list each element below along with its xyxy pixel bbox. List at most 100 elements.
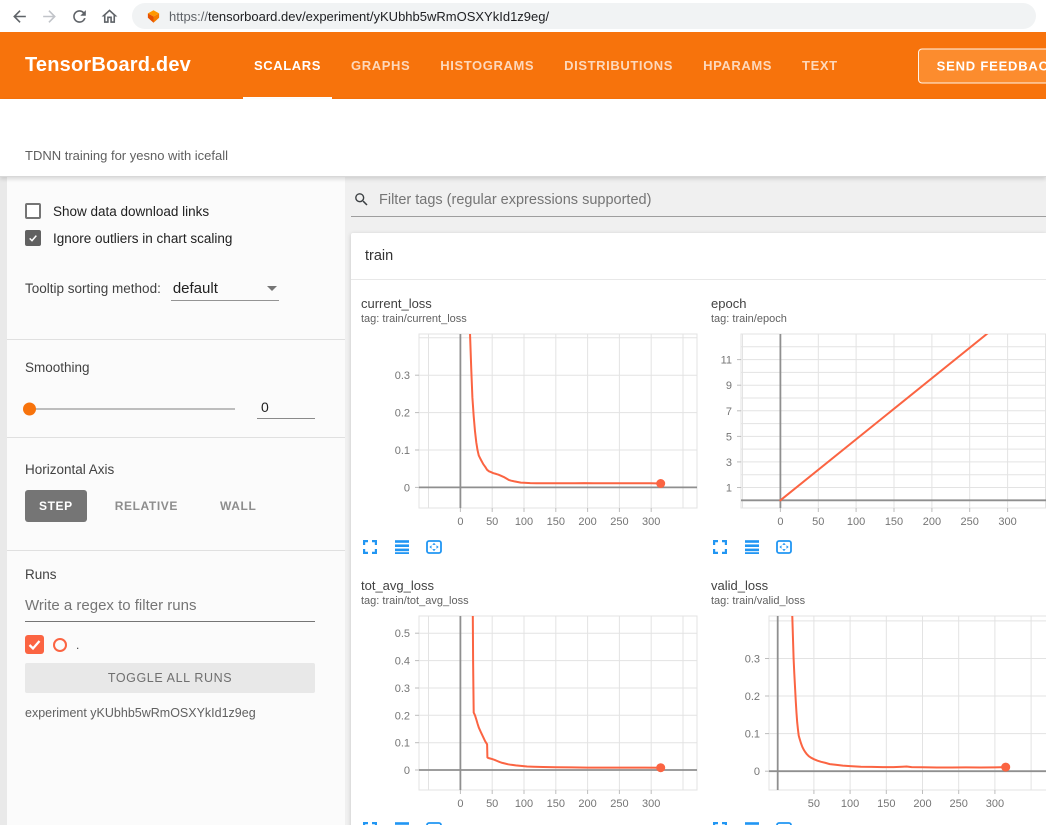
svg-text:0.2: 0.2 xyxy=(395,710,410,722)
svg-text:0.1: 0.1 xyxy=(745,729,760,741)
fit-domain-icon[interactable] xyxy=(425,538,443,556)
svg-text:100: 100 xyxy=(847,516,865,528)
horizontal-axis-label: Horizontal Axis xyxy=(25,462,315,477)
svg-text:0: 0 xyxy=(404,765,410,777)
svg-text:100: 100 xyxy=(515,516,533,528)
svg-text:0.3: 0.3 xyxy=(745,654,760,666)
haxis-button-wall[interactable]: WALL xyxy=(206,490,270,522)
svg-text:0: 0 xyxy=(457,516,463,528)
svg-text:0.4: 0.4 xyxy=(395,656,410,668)
send-feedback-button[interactable]: SEND FEEDBACK xyxy=(918,48,1046,83)
chart-title: current_loss xyxy=(361,296,711,311)
svg-text:100: 100 xyxy=(515,798,533,810)
run-name: . xyxy=(76,638,79,652)
chart-plot-epoch[interactable]: 0501001502002503001357911 xyxy=(711,332,1046,532)
show-download-links-checkbox[interactable] xyxy=(25,203,41,219)
run-color-circle[interactable] xyxy=(53,638,67,652)
charts-grid: current_losstag: train/current_loss05010… xyxy=(351,280,1046,825)
browser-toolbar: https://tensorboard.dev/experiment/yKUbh… xyxy=(0,0,1046,32)
toggle-all-runs-button[interactable]: TOGGLE ALL RUNS xyxy=(25,663,315,693)
experiment-title: TDNN training for yesno with icefall xyxy=(25,148,228,163)
chart-card-epoch: epochtag: train/epoch0501001502002503001… xyxy=(711,296,1046,556)
tab-histograms[interactable]: HISTOGRAMS xyxy=(425,32,549,99)
svg-text:0.2: 0.2 xyxy=(745,691,760,703)
svg-text:3: 3 xyxy=(726,457,732,469)
haxis-button-step[interactable]: STEP xyxy=(25,490,87,522)
fullscreen-icon[interactable] xyxy=(711,820,729,825)
svg-text:300: 300 xyxy=(642,798,660,810)
data-table-icon[interactable] xyxy=(743,820,761,825)
svg-text:0.2: 0.2 xyxy=(395,408,410,420)
ignore-outliers-row: Ignore outliers in chart scaling xyxy=(25,230,315,246)
tooltip-sort-select[interactable]: default xyxy=(171,280,279,301)
back-icon[interactable] xyxy=(6,3,32,29)
svg-text:0.1: 0.1 xyxy=(395,738,410,750)
tag-filter[interactable]: Filter tags (regular expressions support… xyxy=(351,189,1046,217)
svg-text:200: 200 xyxy=(923,516,941,528)
chart-title: valid_loss xyxy=(711,578,1046,593)
svg-text:150: 150 xyxy=(547,516,565,528)
tensorboard-header: TensorBoard.dev SCALARSGRAPHSHISTOGRAMSD… xyxy=(0,32,1046,99)
svg-text:300: 300 xyxy=(986,798,1004,810)
svg-text:150: 150 xyxy=(885,516,903,528)
svg-text:250: 250 xyxy=(950,798,968,810)
tooltip-sort-label: Tooltip sorting method: xyxy=(25,281,161,296)
chart-plot-tot_avg_loss[interactable]: 05010015020025030000.10.20.30.40.5 xyxy=(361,614,701,814)
svg-text:100: 100 xyxy=(841,798,859,810)
tab-distributions[interactable]: DISTRIBUTIONS xyxy=(549,32,688,99)
svg-text:5: 5 xyxy=(726,431,732,443)
svg-text:0.5: 0.5 xyxy=(395,628,410,640)
main-panel: Filter tags (regular expressions support… xyxy=(345,177,1046,825)
smoothing-value-input[interactable]: 0 xyxy=(257,399,315,419)
train-group-card: train current_losstag: train/current_los… xyxy=(351,233,1046,825)
tab-hparams[interactable]: HPARAMS xyxy=(688,32,787,99)
refresh-icon[interactable] xyxy=(66,3,92,29)
fit-domain-icon[interactable] xyxy=(425,820,443,825)
tab-scalars[interactable]: SCALARS xyxy=(239,32,336,99)
svg-text:200: 200 xyxy=(578,516,596,528)
data-table-icon[interactable] xyxy=(743,538,761,556)
train-group-header[interactable]: train xyxy=(351,233,1046,280)
chart-actions xyxy=(361,820,711,825)
svg-text:0.3: 0.3 xyxy=(395,683,410,695)
data-table-icon[interactable] xyxy=(393,820,411,825)
tab-text[interactable]: TEXT xyxy=(787,32,853,99)
svg-text:250: 250 xyxy=(961,516,979,528)
runs-filter-input[interactable]: Write a regex to filter runs xyxy=(25,597,315,622)
forward-icon[interactable] xyxy=(36,3,62,29)
fit-domain-icon[interactable] xyxy=(775,820,793,825)
experiment-banner: TDNN training for yesno with icefall xyxy=(0,99,1046,177)
fullscreen-icon[interactable] xyxy=(361,820,379,825)
svg-text:0: 0 xyxy=(404,482,410,494)
smoothing-slider-thumb[interactable] xyxy=(23,403,36,416)
chart-plot-valid_loss[interactable]: 5010015020025030000.10.20.3 xyxy=(711,614,1046,814)
haxis-button-relative[interactable]: RELATIVE xyxy=(101,490,192,522)
smoothing-slider[interactable] xyxy=(25,408,235,410)
chart-tag: tag: train/tot_avg_loss xyxy=(361,595,711,608)
ignore-outliers-checkbox[interactable] xyxy=(25,230,41,246)
svg-text:250: 250 xyxy=(610,516,628,528)
chart-plot-current_loss[interactable]: 05010015020025030000.10.20.3 xyxy=(361,332,701,532)
fullscreen-icon[interactable] xyxy=(711,538,729,556)
chart-card-tot_avg_loss: tot_avg_losstag: train/tot_avg_loss05010… xyxy=(361,578,711,825)
svg-text:0: 0 xyxy=(777,516,783,528)
show-download-links-label: Show data download links xyxy=(53,204,209,219)
svg-text:1: 1 xyxy=(726,483,732,495)
chart-card-valid_loss: valid_losstag: train/valid_loss501001502… xyxy=(711,578,1046,825)
home-icon[interactable] xyxy=(96,3,122,29)
svg-text:150: 150 xyxy=(877,798,895,810)
run-checkbox[interactable] xyxy=(25,635,44,654)
chart-actions xyxy=(711,820,1046,825)
chart-tag: tag: train/epoch xyxy=(711,313,1046,326)
fit-domain-icon[interactable] xyxy=(775,538,793,556)
url-text: https://tensorboard.dev/experiment/yKUbh… xyxy=(169,9,549,24)
data-table-icon[interactable] xyxy=(393,538,411,556)
chart-card-current_loss: current_losstag: train/current_loss05010… xyxy=(361,296,711,556)
tab-graphs[interactable]: GRAPHS xyxy=(336,32,425,99)
tensorboard-favicon xyxy=(146,9,161,24)
svg-text:0.3: 0.3 xyxy=(395,370,410,382)
svg-text:50: 50 xyxy=(486,798,498,810)
fullscreen-icon[interactable] xyxy=(361,538,379,556)
runs-label: Runs xyxy=(25,567,315,582)
address-bar[interactable]: https://tensorboard.dev/experiment/yKUbh… xyxy=(132,3,1036,29)
